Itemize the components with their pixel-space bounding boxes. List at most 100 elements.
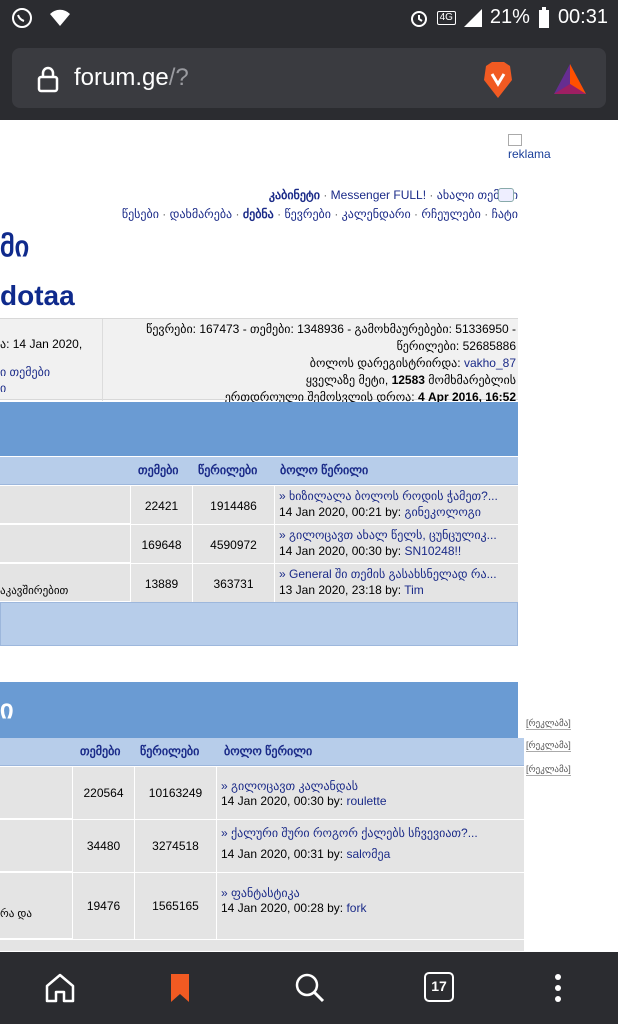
status-bar: 4G 21% 00:31	[0, 0, 618, 40]
most-online-suffix: მომხმარებლის	[428, 373, 516, 387]
signal-icon	[463, 8, 482, 27]
url-path: /?	[168, 64, 189, 91]
last-post-date: 13 Jan 2020, 23:18	[279, 583, 382, 597]
post-count: 363731	[213, 577, 254, 591]
forum-description-snippet: აკავშირებით	[0, 585, 69, 597]
topic-count: 19476	[86, 899, 121, 913]
page-subtitle[interactable]: dotaa	[0, 280, 75, 312]
col-topics: თემები	[80, 744, 121, 758]
topic-count: 22421	[144, 499, 179, 513]
last-post-cell: » ხიზილალა ბოლოს როდის ჭამეთ?... 14 Jan …	[274, 486, 518, 524]
newest-member-link[interactable]: vakho_87	[464, 356, 516, 370]
link-messenger[interactable]: Messenger FULL!	[331, 188, 426, 202]
search-icon[interactable]	[292, 970, 328, 1006]
table-row[interactable]: 169648 4590972 » გილოცავთ ახალ წელს, ცუნ…	[0, 525, 518, 563]
by-label: by:	[327, 847, 344, 861]
last-post-title[interactable]: » ფანტასტიკა	[221, 886, 300, 900]
table-row[interactable]: რა და 19476 1565165 » ფანტასტიკა 14 Jan …	[0, 873, 524, 939]
col-posts: წერილები	[140, 744, 200, 758]
side-ad-link[interactable]: [რეკლამა]	[526, 718, 571, 730]
last-visit-text: ა: 14 Jan 2020,	[0, 337, 83, 351]
last-post-title[interactable]: » ხიზილალა ბოლოს როდის ჭამეთ?...	[279, 489, 498, 503]
table-row	[0, 940, 524, 952]
top-ad[interactable]: reklama	[508, 134, 551, 161]
link-snippet[interactable]: ი	[0, 381, 6, 395]
post-count: 1565165	[152, 899, 199, 913]
table-row[interactable]: აკავშირებით 13889 363731 » General ში თე…	[0, 564, 518, 602]
separator: ·	[162, 207, 167, 221]
more-menu-icon[interactable]	[540, 970, 576, 1006]
last-post-date: 14 Jan 2020, 00:28	[221, 901, 324, 915]
stats-line-counts: წევრები: 167473 - თემები: 1348936 - გამო…	[146, 322, 516, 336]
brave-shields-icon[interactable]	[480, 60, 516, 100]
web-page: reklama კაბინეტი · Messenger FULL! · ახა…	[0, 120, 618, 952]
last-post-cell: » General ში თემის გასახსნელად რა... 13 …	[274, 564, 518, 602]
link-cabinet[interactable]: კაბინეტი	[269, 188, 320, 202]
last-post-title[interactable]: » გილოცავთ კალანდას	[221, 779, 358, 793]
link-favorites[interactable]: რჩეულები	[421, 207, 480, 221]
last-post-title[interactable]: » General ში თემის გასახსნელად რა...	[279, 567, 497, 581]
topics-cell: 13889	[130, 564, 192, 602]
topics-cell: 220564	[72, 767, 134, 819]
posts-cell: 363731	[192, 564, 274, 602]
table-row[interactable]: 220564 10163249 » გილოცავთ კალანდას 14 J…	[0, 767, 524, 819]
category-header[interactable]: ი	[0, 682, 518, 738]
url-text[interactable]: forum.ge/?	[74, 64, 189, 92]
last-post-user[interactable]: გინეკოლოგი	[404, 505, 481, 519]
category-header[interactable]	[0, 402, 518, 456]
page-title: მი	[0, 231, 30, 262]
topic-count: 34480	[86, 839, 121, 853]
separator: ·	[277, 207, 282, 221]
brave-rewards-icon[interactable]	[552, 62, 588, 96]
messages-icon[interactable]	[498, 188, 514, 202]
forum-stats-box: ა: 14 Jan 2020, ი თემები ი წევრები: 1674…	[0, 318, 518, 404]
link-help[interactable]: დახმარება	[170, 207, 233, 221]
side-ad-link[interactable]: [რეკლამა]	[526, 764, 571, 776]
link-members[interactable]: წევრები	[284, 207, 331, 221]
last-post-user[interactable]: Tim	[404, 583, 424, 597]
col-posts: წერილები	[198, 463, 258, 477]
link-chat[interactable]: ჩატი	[492, 207, 518, 221]
link-rules[interactable]: წესები	[122, 207, 159, 221]
by-label: by:	[385, 583, 402, 597]
board-statistics: წევრები: 167473 - თემები: 1348936 - გამო…	[146, 321, 516, 406]
link-new-topics-since[interactable]: ი თემები	[0, 365, 50, 379]
last-post-title[interactable]: » ქალური შური როგორ ქალებს სჩვევიათ?...	[221, 826, 478, 840]
last-post-title[interactable]: » გილოცავთ ახალ წელს, ცუნცულიკ...	[279, 528, 497, 542]
last-post-user[interactable]: SN10248!!	[404, 544, 461, 558]
link-search[interactable]: ძებნა	[243, 207, 274, 221]
posts-cell: 1565165	[134, 873, 216, 939]
battery-percent: 21%	[489, 6, 530, 28]
newest-member-label: ბოლოს დარეგისტრირდა:	[309, 356, 461, 370]
posts-cell: 1914486	[192, 486, 274, 524]
category-title[interactable]: ი	[0, 694, 13, 725]
user-links: კაბინეტი · Messenger FULL! · ახალი თემებ…	[269, 188, 518, 202]
table-row[interactable]: 22421 1914486 » ხიზილალა ბოლოს როდის ჭამ…	[0, 486, 518, 524]
bookmark-icon[interactable]	[162, 970, 198, 1006]
main-nav-links: წესები · დახმარება · ძებნა · წევრები · კ…	[122, 207, 518, 221]
clock: 00:31	[557, 6, 608, 28]
alarm-icon	[410, 10, 427, 27]
side-ad-link[interactable]: [რეკლამა]	[526, 740, 571, 752]
table-row[interactable]: 34480 3274518 » ქალური შური როგორ ქალებს…	[0, 820, 524, 872]
link-calendar[interactable]: კალენდარი	[342, 207, 411, 221]
last-post-user[interactable]: roulette	[346, 794, 386, 808]
separator: ·	[414, 207, 419, 221]
topic-count: 169648	[141, 538, 182, 552]
tab-switcher-button[interactable]: 17	[424, 972, 454, 1002]
separator: ·	[334, 207, 339, 221]
last-post-date: 14 Jan 2020, 00:30	[221, 794, 324, 808]
network-type: 4G	[436, 10, 456, 25]
post-count: 10163249	[148, 786, 203, 800]
last-post-user[interactable]: fork	[346, 901, 366, 915]
home-icon[interactable]	[42, 970, 78, 1006]
last-post-user[interactable]: salომეa	[346, 847, 390, 861]
separator: ·	[235, 207, 240, 221]
address-bar[interactable]: forum.ge/?	[12, 48, 606, 108]
post-count: 4590972	[210, 538, 257, 552]
lock-icon[interactable]	[34, 65, 62, 93]
stats-line-posts: წერილები: 52685886	[396, 339, 516, 353]
topics-cell: 34480	[72, 820, 134, 872]
bottom-toolbar: 17	[0, 952, 618, 1024]
separator: ·	[429, 188, 434, 202]
